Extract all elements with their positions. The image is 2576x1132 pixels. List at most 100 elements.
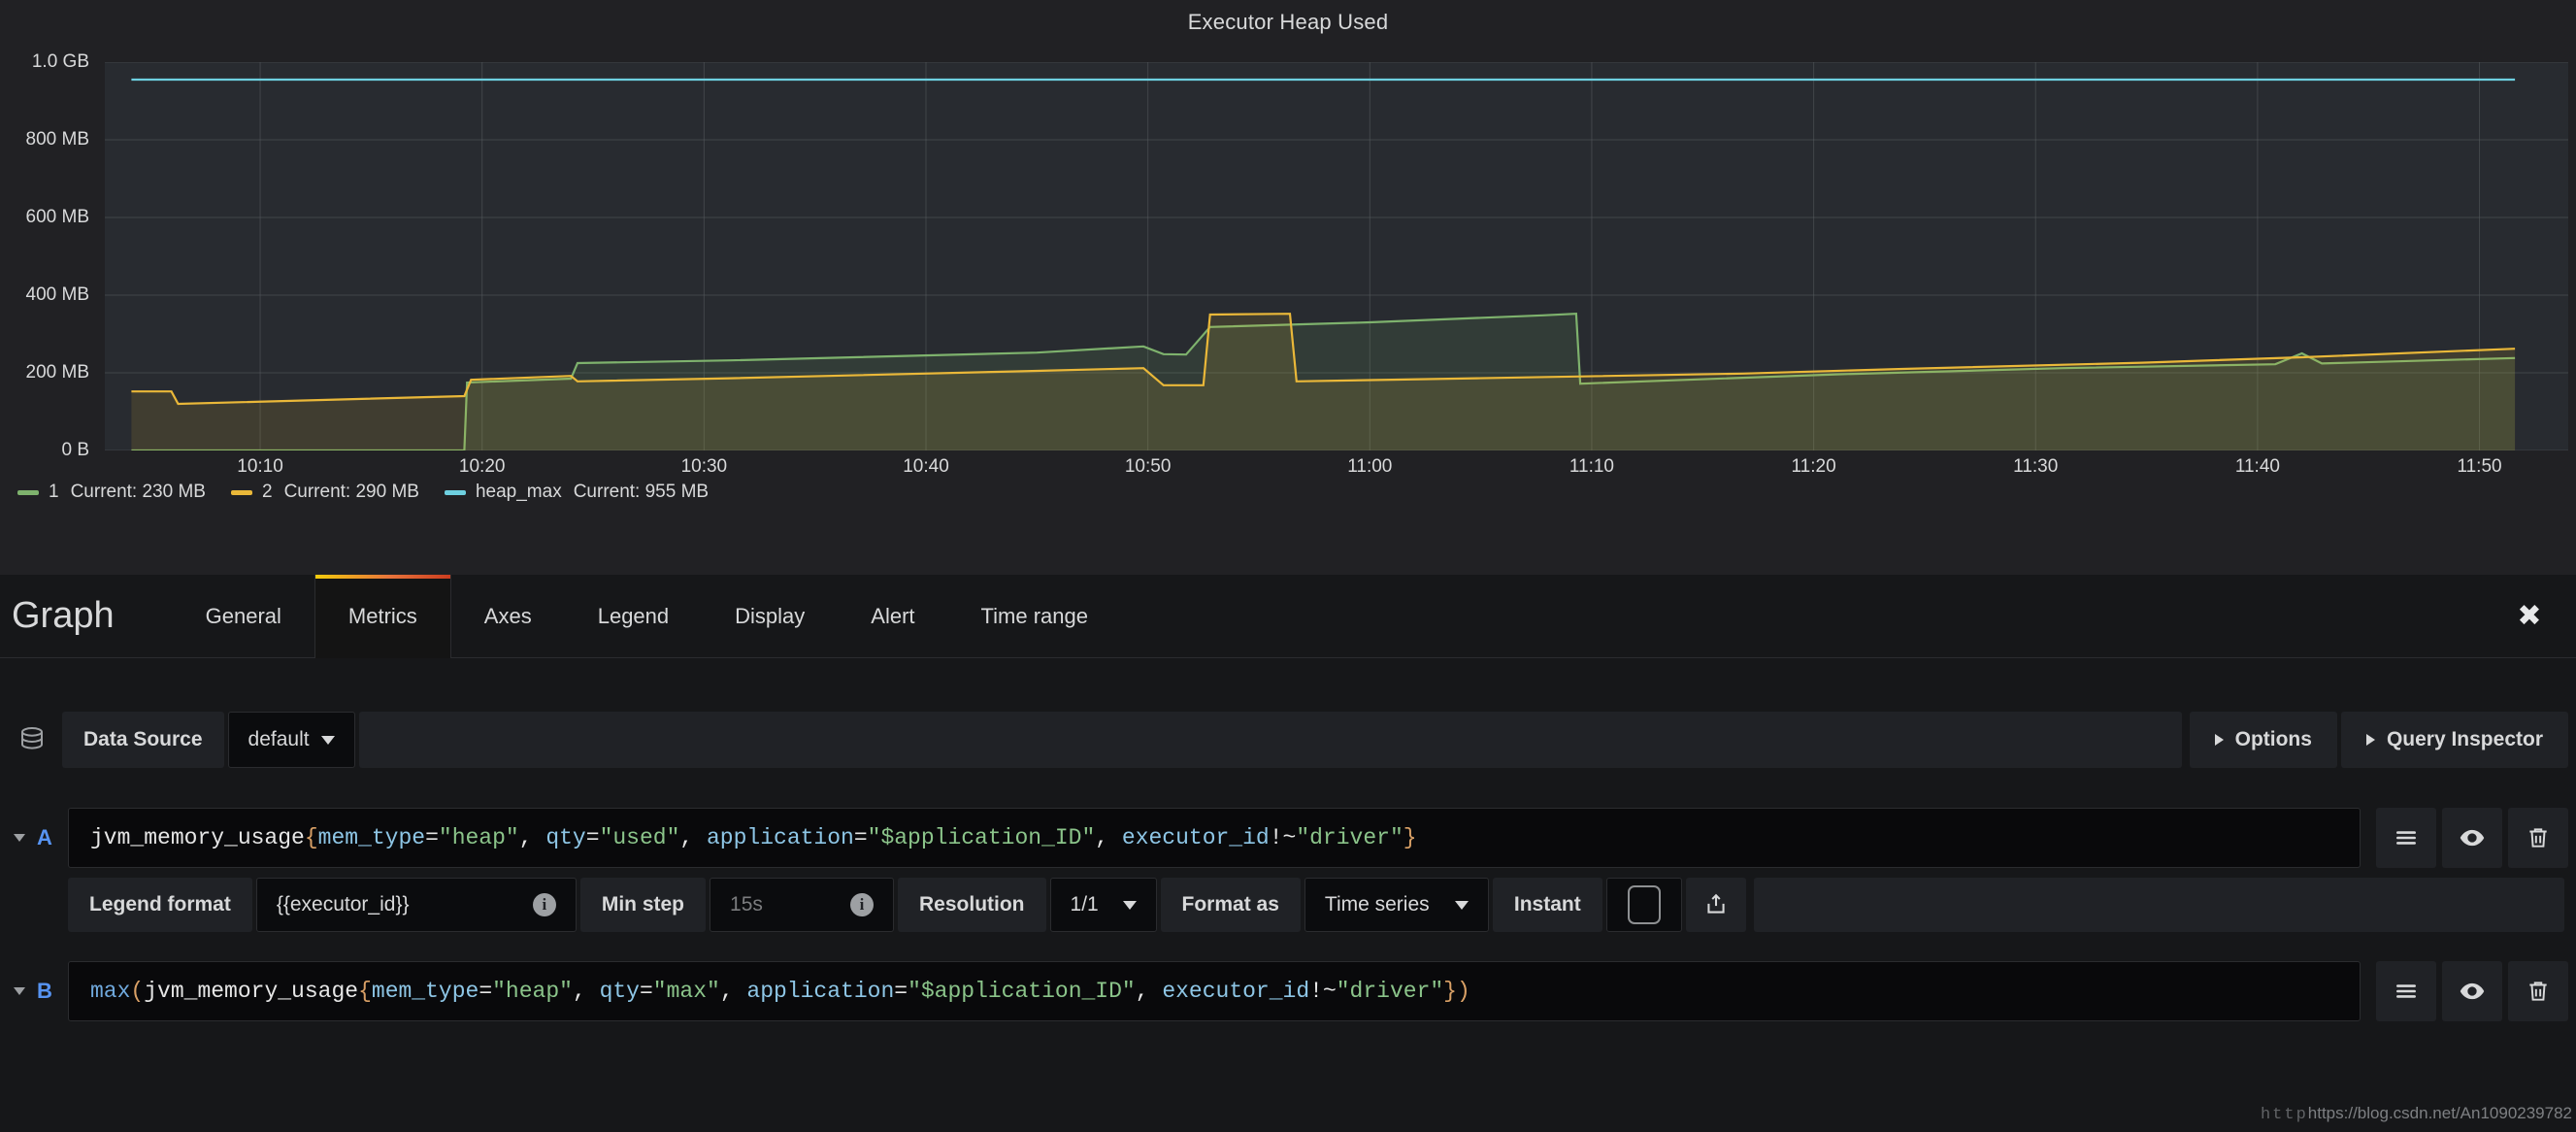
x-axis-tick-label: 11:10 bbox=[1569, 456, 1615, 477]
tab-display[interactable]: Display bbox=[702, 575, 838, 658]
hamburger-icon[interactable] bbox=[2376, 808, 2436, 868]
query-inspector-button[interactable]: Query Inspector bbox=[2340, 712, 2568, 768]
query-a-handle[interactable]: A bbox=[8, 808, 68, 868]
expr-token: , bbox=[679, 825, 707, 850]
format-as-label: Format as bbox=[1160, 878, 1301, 932]
query-a-options-row: Legend format {{executor_id}} i Min step… bbox=[0, 878, 2576, 932]
format-as-select[interactable]: Time series bbox=[1304, 878, 1489, 932]
chart-legend[interactable]: 1 Current: 230 MB 2 Current: 290 MB heap_max… bbox=[17, 482, 734, 503]
share-button[interactable] bbox=[1685, 878, 1746, 932]
datasource-row-spacer bbox=[358, 712, 2182, 768]
expr-token: application bbox=[746, 979, 895, 1004]
tab-label: Metrics bbox=[347, 604, 417, 628]
legend-format-input[interactable]: {{executor_id}} i bbox=[255, 878, 577, 932]
expr-token: "heap" bbox=[492, 979, 573, 1004]
query-b-letter: B bbox=[37, 979, 52, 1003]
info-icon[interactable]: i bbox=[532, 893, 556, 916]
expr-token: = bbox=[853, 825, 868, 850]
expr-token: "max" bbox=[652, 979, 720, 1004]
chevron-down-icon bbox=[1454, 900, 1469, 910]
instant-label: Instant bbox=[1492, 878, 1602, 932]
legend-series-name: heap_max bbox=[475, 482, 562, 502]
query-b-handle[interactable]: B bbox=[8, 961, 68, 1021]
editor-tabbar: Graph General Metrics Axes Legend Display Ale… bbox=[0, 575, 2576, 658]
expr-token: } bbox=[1443, 979, 1457, 1004]
info-icon[interactable]: i bbox=[850, 893, 875, 916]
min-step-label: Min step bbox=[579, 878, 707, 932]
expr-token: , bbox=[572, 979, 600, 1004]
legend-item[interactable]: 1 Current: 230 MB bbox=[17, 482, 206, 503]
x-axis-tick-label: 11:20 bbox=[1791, 456, 1836, 477]
query-b-input[interactable]: max(jvm_memory_usage{mem_type = "heap", qt… bbox=[68, 961, 2361, 1021]
tab-label: Display bbox=[735, 604, 806, 628]
tab-label: Axes bbox=[483, 604, 532, 628]
expr-token: application bbox=[707, 825, 854, 850]
database-icon bbox=[8, 712, 56, 768]
options-button-label: Options bbox=[2234, 728, 2312, 750]
tab-time-range[interactable]: Time range bbox=[948, 575, 1121, 658]
expr-token: } bbox=[1403, 825, 1417, 850]
x-axis-tick-label: 10:50 bbox=[1124, 456, 1172, 477]
datasource-label: Data Source bbox=[62, 712, 224, 768]
min-step-placeholder: 15s bbox=[730, 893, 763, 916]
query-b-actions bbox=[2370, 961, 2568, 1021]
chevron-down-icon bbox=[1122, 900, 1137, 910]
tab-alert[interactable]: Alert bbox=[838, 575, 947, 658]
legend-color-swatch bbox=[444, 489, 466, 495]
x-axis-tick-label: 11:40 bbox=[2234, 456, 2280, 477]
tab-general[interactable]: General bbox=[173, 575, 314, 658]
tab-label: General bbox=[205, 604, 281, 628]
instant-checkbox[interactable] bbox=[1605, 878, 1682, 932]
query-row-b: B max(jvm_memory_usage{mem_type = "heap", … bbox=[0, 961, 2576, 1021]
eye-icon[interactable] bbox=[2442, 808, 2502, 868]
eye-icon[interactable] bbox=[2442, 961, 2502, 1021]
expr-token: "$application_ID" bbox=[867, 825, 1096, 850]
y-axis-tick-label: 600 MB bbox=[25, 207, 89, 227]
expr-token: jvm_memory_usage bbox=[144, 979, 359, 1004]
query-b-expression-row: B max(jvm_memory_usage{mem_type = "heap", … bbox=[0, 961, 2576, 1021]
legend-series-value: Current: 290 MB bbox=[283, 482, 419, 502]
expr-token: !~ bbox=[1269, 825, 1297, 850]
query-a-letter: A bbox=[37, 825, 52, 849]
y-axis-tick-label: 400 MB bbox=[25, 284, 89, 305]
tab-legend[interactable]: Legend bbox=[565, 575, 702, 658]
query-a-input[interactable]: jvm_memory_usage{mem_type = "heap", qty = "u… bbox=[68, 808, 2361, 868]
hamburger-icon[interactable] bbox=[2376, 961, 2436, 1021]
legend-series-value: Current: 955 MB bbox=[573, 482, 710, 502]
chevron-right-icon bbox=[2214, 734, 2224, 746]
resolution-value: 1/1 bbox=[1070, 893, 1099, 916]
trash-icon[interactable] bbox=[2508, 961, 2568, 1021]
expr-token: , bbox=[719, 979, 747, 1004]
expr-token: { bbox=[304, 825, 318, 850]
min-step-input[interactable]: 15s i bbox=[710, 878, 895, 932]
chart-plot[interactable] bbox=[105, 62, 2568, 450]
chevron-down-icon[interactable] bbox=[14, 987, 25, 995]
query-row-a: A jvm_memory_usage{mem_type = "heap", qty =… bbox=[0, 808, 2576, 932]
resolution-select[interactable]: 1/1 bbox=[1049, 878, 1157, 932]
expr-token: max bbox=[90, 979, 131, 1004]
y-axis-tick-label: 1.0 GB bbox=[31, 51, 89, 72]
chevron-down-icon bbox=[320, 735, 335, 745]
expr-token: mem_type bbox=[371, 979, 479, 1004]
x-axis-tick-label: 11:30 bbox=[2013, 456, 2059, 477]
format-as-value: Time series bbox=[1324, 893, 1430, 916]
tab-metrics[interactable]: Metrics bbox=[314, 575, 451, 658]
tab-label: Time range bbox=[980, 604, 1088, 628]
expr-token: { bbox=[358, 979, 372, 1004]
options-button[interactable]: Options bbox=[2189, 712, 2337, 768]
legend-format-label: Legend format bbox=[68, 878, 252, 932]
x-axis-tick-label: 10:10 bbox=[237, 456, 283, 477]
legend-item[interactable]: heap_max Current: 955 MB bbox=[444, 482, 710, 503]
legend-series-name: 2 bbox=[261, 482, 273, 502]
chevron-down-icon[interactable] bbox=[14, 834, 25, 842]
trash-icon[interactable] bbox=[2508, 808, 2568, 868]
legend-item[interactable]: 2 Current: 290 MB bbox=[230, 482, 419, 503]
page-title: Executor Heap Used bbox=[1187, 10, 1389, 34]
editor-tabs: General Metrics Axes Legend Display Alert Time… bbox=[173, 575, 1121, 658]
datasource-select[interactable]: default bbox=[227, 712, 355, 768]
tab-axes[interactable]: Axes bbox=[451, 575, 565, 658]
y-axis-tick-label: 0 B bbox=[61, 440, 89, 460]
close-icon[interactable]: ✖ bbox=[2510, 597, 2549, 636]
legend-series-value: Current: 230 MB bbox=[70, 482, 206, 502]
tab-label: Legend bbox=[597, 604, 670, 628]
